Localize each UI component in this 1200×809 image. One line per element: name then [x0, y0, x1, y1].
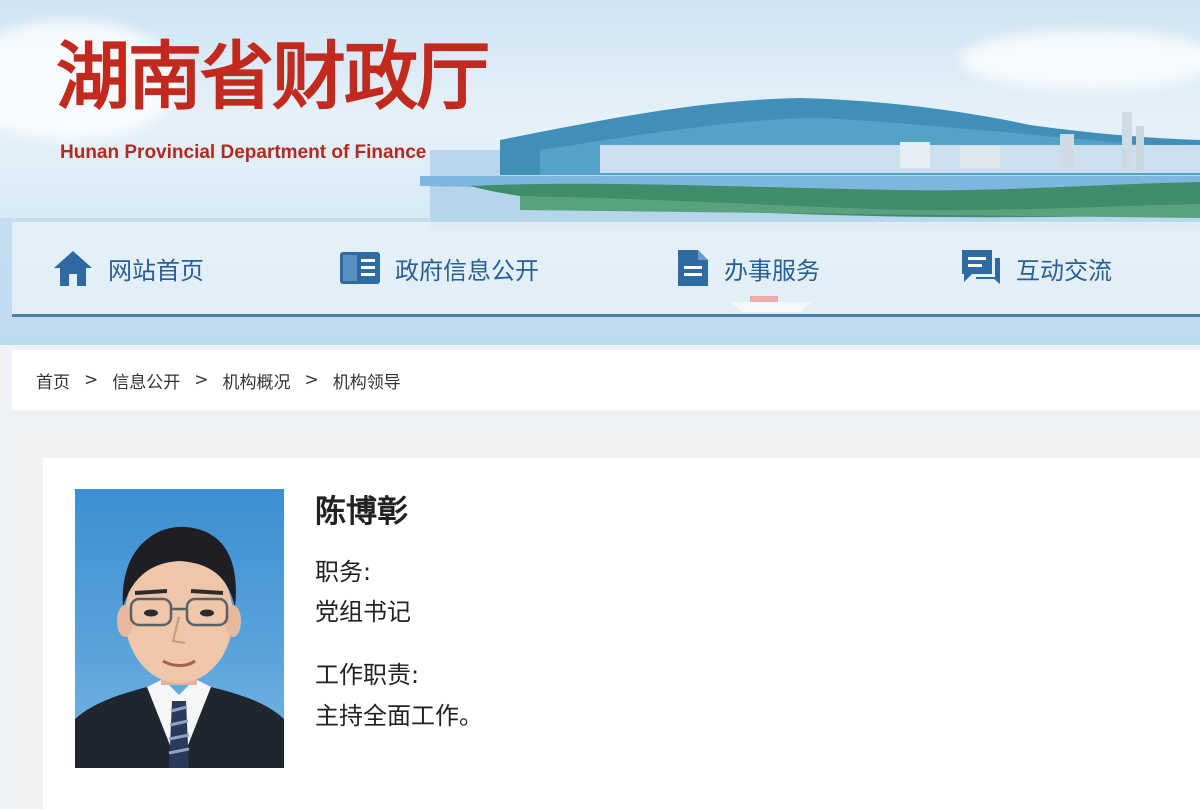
leader-name: 陈博彰: [315, 494, 408, 530]
position-value: 党组书记: [315, 598, 411, 626]
file-icon: [678, 250, 708, 286]
leader-portrait: [75, 489, 284, 768]
document-list-icon: [340, 252, 380, 284]
nav-item-label: 网站首页: [108, 256, 204, 285]
breadcrumb-separator: >: [304, 370, 319, 390]
duty-label: 工作职责:: [315, 661, 420, 689]
nav-item-info-disclosure[interactable]: 政府信息公开: [339, 222, 539, 314]
nav-item-label: 政府信息公开: [395, 256, 539, 285]
breadcrumb-info-disclosure[interactable]: 信息公开: [112, 368, 180, 393]
nav-item-home[interactable]: 网站首页: [52, 222, 204, 314]
breadcrumb-org-overview[interactable]: 机构概况: [223, 368, 291, 393]
breadcrumb-org-leaders[interactable]: 机构领导: [333, 368, 401, 393]
nav-item-label: 互动交流: [1016, 256, 1112, 285]
portrait-illustration: [75, 526, 284, 768]
breadcrumb-separator: >: [194, 370, 209, 390]
duty-value: 主持全面工作。: [315, 702, 483, 730]
breadcrumb-separator: >: [84, 370, 99, 390]
nav-item-interaction[interactable]: 互动交流: [960, 222, 1112, 314]
home-icon: [54, 251, 92, 286]
site-subtitle: Hunan Provincial Department of Finance: [60, 142, 427, 163]
breadcrumb: 首页 > 信息公开 > 机构概况 > 机构领导: [12, 350, 1200, 410]
position-label: 职务:: [315, 558, 372, 586]
chat-icon: [962, 250, 1000, 284]
breadcrumb-home[interactable]: 首页: [36, 368, 70, 393]
nav-item-services[interactable]: 办事服务: [676, 222, 820, 314]
site-title: 湖南省财政厅: [56, 34, 490, 120]
main-nav: 网站首页 政府信息公开 办事服务 互动交流: [12, 222, 1200, 317]
nav-item-label: 办事服务: [724, 256, 820, 285]
